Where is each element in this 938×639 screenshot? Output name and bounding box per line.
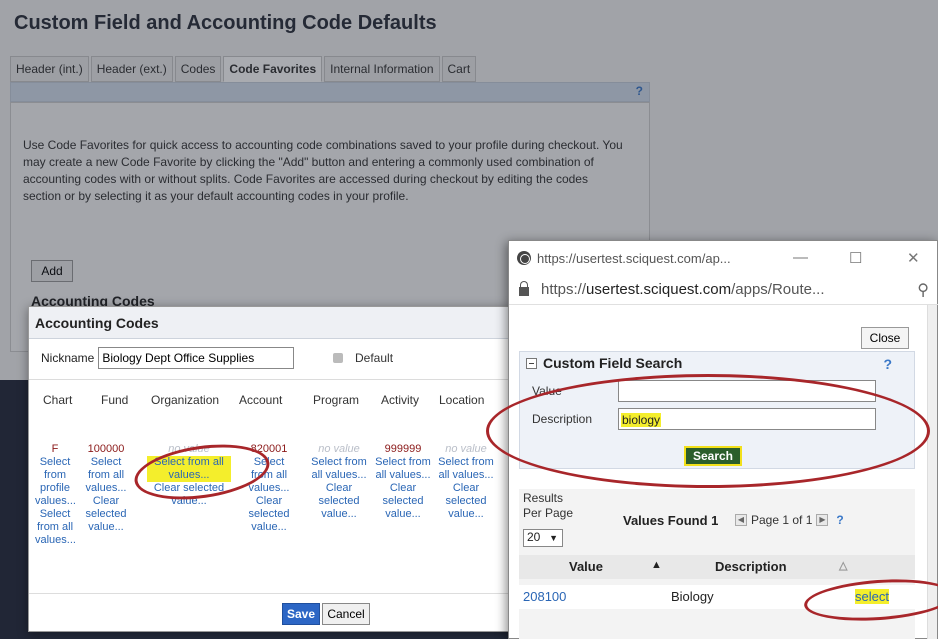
- col-header-location: Location: [439, 393, 485, 407]
- pager: ◀ Page 1 of 1 ▶ ?: [731, 513, 844, 527]
- minimize-icon[interactable]: —: [793, 249, 808, 266]
- maximize-icon[interactable]: ☐: [849, 249, 862, 267]
- location-clear-link[interactable]: Clear selected value...: [437, 482, 495, 521]
- results-per-page-select[interactable]: 20 ▼: [523, 529, 563, 547]
- location-select-link[interactable]: Select from all values...: [437, 456, 495, 482]
- nickname-row: Nickname: [41, 347, 295, 369]
- popup-titlebar: https://usertest.sciquest.com/ap... — ☐ …: [509, 241, 937, 275]
- organization-select-link[interactable]: Select from all values...: [147, 456, 231, 482]
- col-header-account: Account: [239, 393, 283, 407]
- next-page-icon[interactable]: ▶: [816, 514, 829, 526]
- zoom-icon[interactable]: ⚲: [917, 280, 929, 300]
- pager-help-icon[interactable]: ?: [836, 513, 843, 527]
- account-value: 820001: [250, 443, 288, 455]
- fund-select-link[interactable]: Select from all values...: [83, 456, 129, 495]
- program-column: no value Select from all values... Clear…: [311, 443, 367, 521]
- address-bar[interactable]: https://usertest.sciquest.com/apps/Route…: [509, 275, 938, 305]
- activity-column: 999999 Select from all values... Clear s…: [375, 443, 431, 521]
- default-label: Default: [355, 351, 394, 365]
- description-label: Description: [532, 412, 593, 426]
- custom-field-search-panel: Custom Field Search ? Value Description …: [519, 351, 915, 469]
- account-select-link[interactable]: Select from all values...: [245, 456, 293, 495]
- chart-value: F: [51, 443, 59, 455]
- row-select-link[interactable]: select: [855, 589, 889, 604]
- window-close-icon[interactable]: ✕: [907, 249, 920, 267]
- results-per-page-label: Results Per Page: [523, 491, 574, 520]
- results-per-page-value: 20: [527, 530, 541, 544]
- row-description: Biology: [671, 589, 714, 604]
- lock-icon: [519, 281, 529, 296]
- value-input[interactable]: [618, 380, 876, 402]
- address-host: usertest.sciquest.com: [586, 281, 732, 298]
- col-header-organization: Organization: [151, 393, 220, 407]
- col-header-activity: Activity: [381, 393, 420, 407]
- popup-scrollbar[interactable]: [927, 305, 937, 639]
- search-button[interactable]: Search: [684, 446, 742, 466]
- table-row: 208100 Biology select: [519, 585, 915, 609]
- fund-value: 100000: [87, 443, 125, 455]
- col-value-header[interactable]: Value: [569, 559, 603, 574]
- description-input-highlight: biology: [621, 413, 662, 427]
- cancel-button[interactable]: Cancel: [322, 603, 370, 625]
- organization-column: no value Select from all values... Clear…: [147, 443, 231, 508]
- location-value: no value: [445, 443, 487, 455]
- program-clear-link[interactable]: Clear selected value...: [311, 482, 367, 521]
- dialog-title: Accounting Codes: [29, 307, 511, 339]
- popup-window: https://usertest.sciquest.com/ap... — ☐ …: [508, 240, 938, 639]
- fund-column: 100000 Select from all values... Clear s…: [83, 443, 129, 534]
- activity-clear-link[interactable]: Clear selected value...: [375, 482, 431, 521]
- help-icon[interactable]: ?: [883, 356, 892, 372]
- accounting-codes-dialog: Accounting Codes Nickname Default Chart …: [28, 306, 513, 632]
- value-label: Value: [532, 384, 562, 398]
- save-button[interactable]: Save: [282, 603, 320, 625]
- location-column: no value Select from all values... Clear…: [437, 443, 495, 521]
- address-rest: /apps/Route...: [731, 281, 825, 298]
- organization-clear-link[interactable]: Clear selected value...: [147, 482, 231, 508]
- chart-select-all-link[interactable]: Select from all values...: [35, 508, 76, 547]
- default-row: Default: [333, 351, 393, 365]
- popup-tab-url: https://usertest.sciquest.com/ap...: [537, 250, 731, 266]
- page-text: Page 1 of 1: [751, 513, 813, 527]
- dialog-footer: Save Cancel: [29, 593, 513, 631]
- chart-column: F Select from profile values... Select f…: [35, 443, 76, 547]
- results-table-header: Value ▲ Description △: [519, 555, 915, 579]
- chevron-down-icon: ▼: [549, 533, 558, 543]
- custom-field-search-header[interactable]: Custom Field Search ?: [520, 352, 914, 374]
- activity-value: 999999: [384, 443, 422, 455]
- values-found: Values Found 1: [623, 513, 719, 528]
- default-checkbox[interactable]: [333, 353, 343, 363]
- col-header-fund: Fund: [101, 393, 129, 407]
- prev-page-icon[interactable]: ◀: [735, 514, 747, 526]
- activity-select-link[interactable]: Select from all values...: [375, 456, 431, 482]
- sort-icon[interactable]: △: [839, 559, 847, 572]
- results-panel: Results Per Page 20 ▼ Values Found 1 ◀ P…: [519, 489, 915, 639]
- program-select-link[interactable]: Select from all values...: [311, 456, 367, 482]
- sort-asc-icon[interactable]: ▲: [651, 559, 662, 571]
- fund-clear-link[interactable]: Clear selected value...: [83, 495, 129, 534]
- address-prefix: https://: [541, 281, 587, 298]
- row-value-link[interactable]: 208100: [523, 589, 566, 604]
- nickname-input[interactable]: [98, 347, 295, 369]
- program-value: no value: [318, 443, 360, 455]
- collapse-icon[interactable]: [526, 357, 537, 369]
- custom-field-search-title: Custom Field Search: [543, 355, 683, 371]
- close-button[interactable]: Close: [861, 327, 909, 349]
- divider: [29, 379, 513, 380]
- globe-icon: [517, 251, 531, 265]
- col-header-program: Program: [313, 393, 360, 407]
- account-clear-link[interactable]: Clear selected value...: [245, 495, 293, 534]
- chart-select-profile-link[interactable]: Select from profile values...: [35, 456, 76, 508]
- col-description-header[interactable]: Description: [715, 559, 787, 574]
- account-column: 820001 Select from all values... Clear s…: [245, 443, 293, 534]
- nickname-label: Nickname: [41, 351, 95, 365]
- col-header-chart: Chart: [43, 393, 73, 407]
- organization-value: no value: [168, 443, 210, 455]
